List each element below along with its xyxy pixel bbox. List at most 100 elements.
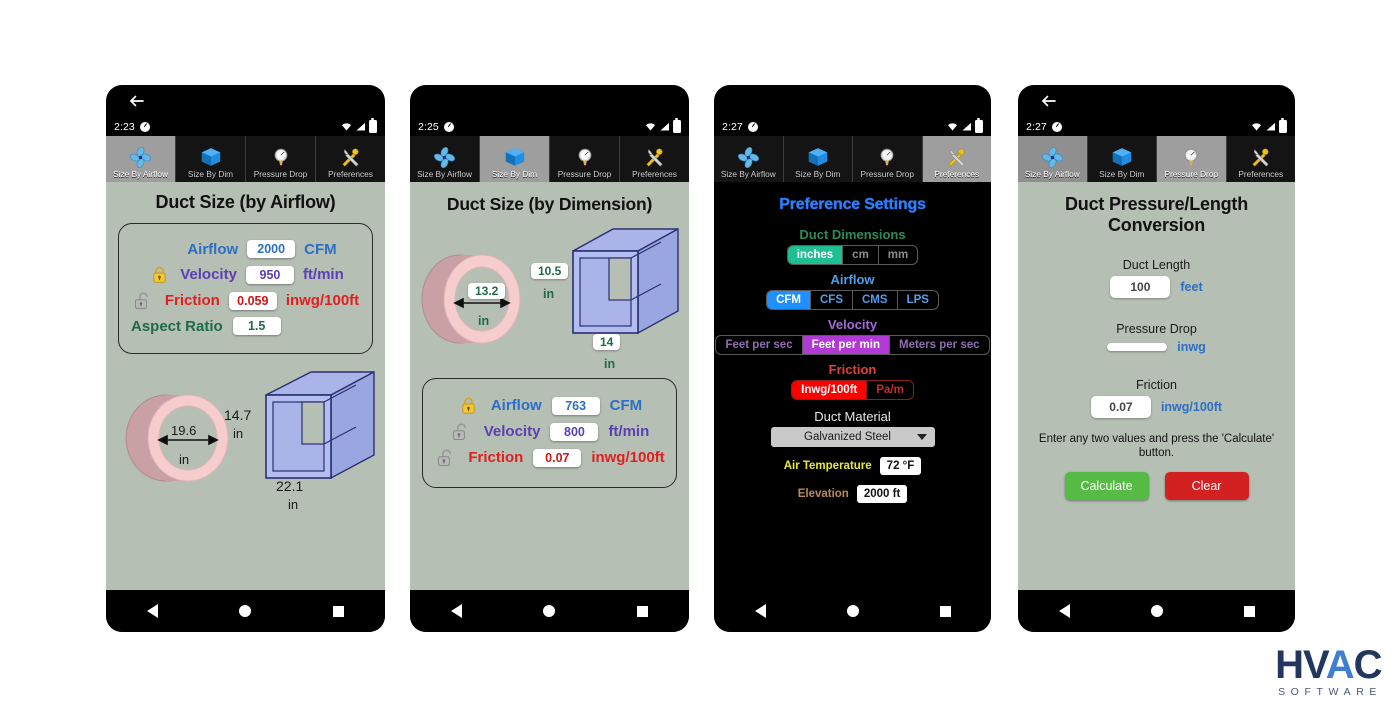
tab-pressure-drop[interactable]: Pressure Drop [246,136,316,182]
segmented-velocity[interactable]: Feet per sec Feet per min Meters per sec [715,335,990,355]
segment-option[interactable]: LPS [898,291,938,309]
elevation-input[interactable]: 2000 ft [856,485,908,503]
row-unit: ft/min [302,266,344,283]
lock-closed-icon[interactable] [457,396,481,415]
segment-option[interactable]: CFS [811,291,853,309]
tab-label: Size By Airflow [1024,169,1080,179]
segmented-friction[interactable]: Inwg/100ft Pa/m [791,380,914,400]
field-pressure-drop: Pressure Drop inwg [1018,322,1295,354]
nav-recent-icon[interactable] [333,605,345,617]
instruction-text: Enter any two values and press the 'Calc… [1038,433,1275,459]
segment-option[interactable]: Feet per sec [716,336,803,354]
segment-option[interactable]: inches [787,246,844,264]
phone-size-by-airflow: 2:23 Size By Airflow Size By Dim Pressur… [106,85,385,632]
velocity-input[interactable]: 950 [245,265,294,284]
friction-input[interactable]: 0.07 [533,448,582,467]
segment-option[interactable]: CMS [853,291,898,309]
tab-size-by-airflow[interactable]: Size By Airflow [1018,136,1088,182]
calculate-button[interactable]: Calculate [1064,472,1149,500]
nav-home-icon[interactable] [543,605,556,617]
friction-input[interactable]: 0.059 [228,291,277,310]
rect-width-label: 22.1 [276,478,304,494]
lock-closed-icon[interactable] [147,265,171,284]
air-temperature-input[interactable]: 72 °F [879,457,922,475]
segment-option[interactable]: Inwg/100ft [792,381,868,399]
segment-option[interactable]: cm [843,246,879,264]
fan-icon [129,144,152,170]
nav-back-icon[interactable] [450,604,462,618]
nav-home-icon[interactable] [846,605,859,617]
status-time: 2:25 [418,120,439,133]
segmented-duct-dimensions[interactable]: inches cm mm [786,245,919,265]
rect-width-value[interactable]: 14 [593,334,621,350]
tab-size-by-airflow[interactable]: Size By Airflow [714,136,784,182]
row-friction: Friction 0.059 inwg/100ft [127,291,364,310]
tab-size-by-airflow[interactable]: Size By Airflow [410,136,480,182]
tab-pressure-drop[interactable]: Pressure Drop [550,136,620,182]
air-temperature-label: Air Temperature [783,460,872,472]
phone4-nav-bar [1018,590,1295,632]
segment-option[interactable]: CFM [767,291,811,309]
group-heading: Friction [828,362,877,377]
nav-recent-icon[interactable] [939,605,951,617]
nav-back-icon[interactable] [1058,604,1070,618]
rect-width-unit: in [288,497,299,512]
round-diameter-value[interactable]: 13.2 [468,283,506,299]
segmented-airflow[interactable]: CFM CFS CMS LPS [766,290,939,310]
velocity-input[interactable]: 800 [550,422,599,441]
row-label: Friction [164,292,220,309]
rect-height-value[interactable]: 10.5 [531,263,569,279]
friction-input[interactable]: 0.07 [1090,396,1151,418]
phone3-nav-bar [714,590,991,632]
tab-label: Size By Dim [187,169,234,179]
page-title: Preference Settings [779,196,926,213]
tab-pressure-drop[interactable]: Pressure Drop [1157,136,1227,182]
nav-recent-icon[interactable] [1243,605,1255,617]
phone2-top-bar [410,85,689,117]
nav-recent-icon[interactable] [637,605,649,617]
airflow-input[interactable]: 763 [551,396,600,415]
nav-home-icon[interactable] [1150,605,1163,617]
phone1-status-bar: 2:23 [106,117,385,136]
airflow-input[interactable]: 2000 [247,240,296,258]
tab-label: Pressure Drop [860,169,915,179]
tab-size-by-dim[interactable]: Size By Dim [1087,136,1157,182]
tab-size-by-airflow[interactable]: Size By Airflow [106,136,176,182]
status-time: 2:23 [114,120,135,133]
tab-preferences[interactable]: Preferences [1226,136,1295,182]
aspect-ratio-input[interactable]: 1.5 [232,317,281,335]
gauge-icon [1180,144,1202,170]
tab-pressure-drop[interactable]: Pressure Drop [853,136,923,182]
lock-open-icon[interactable] [434,448,458,467]
logo-part-c: C [1353,643,1383,687]
duct-length-input[interactable]: 100 [1110,276,1171,298]
tab-size-by-dim[interactable]: Size By Dim [783,136,853,182]
back-arrow-icon[interactable] [1040,92,1058,110]
segment-option[interactable]: Meters per sec [890,336,989,354]
nav-home-icon[interactable] [239,605,252,617]
pref-friction: Friction Inwg/100ft Pa/m [714,362,991,400]
segment-option[interactable]: Feet per min [802,336,890,354]
segment-option[interactable]: Pa/m [867,381,913,399]
tab-size-by-dim[interactable]: Size By Dim [480,136,550,182]
segment-option[interactable]: mm [879,246,917,264]
elevation-label: Elevation [797,488,849,500]
lock-open-icon[interactable] [132,291,156,310]
row-label: Airflow [187,240,239,258]
fan-icon [737,144,760,170]
tab-size-by-dim[interactable]: Size By Dim [176,136,246,182]
nav-back-icon[interactable] [146,604,158,618]
duct-material-select[interactable]: Galvanized Steel [770,427,935,447]
hvac-software-logo: HVAC SOFTWARE [1275,643,1383,698]
clear-button[interactable]: Clear [1164,472,1249,500]
phone3-tab-bar: Size By Airflow Size By Dim Pressure Dro… [714,136,991,182]
row-label: Velocity [180,266,237,283]
tab-preferences[interactable]: Preferences [620,136,689,182]
back-arrow-icon[interactable] [128,92,146,110]
tools-icon [945,144,968,170]
lock-open-icon[interactable] [450,422,474,441]
nav-back-icon[interactable] [754,604,766,618]
pressure-drop-input[interactable] [1107,343,1168,351]
tab-preferences[interactable]: Preferences [316,136,385,182]
tab-preferences[interactable]: Preferences [922,136,991,182]
